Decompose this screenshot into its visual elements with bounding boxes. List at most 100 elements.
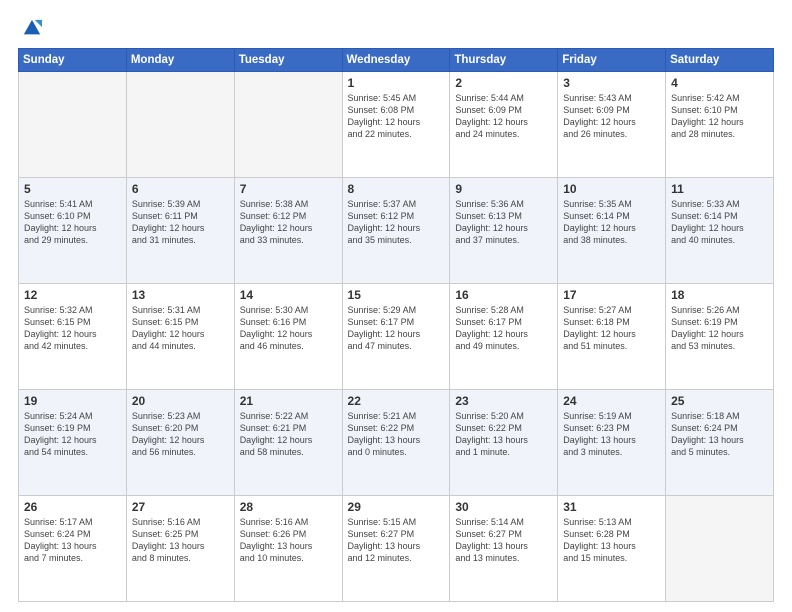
calendar-cell: 9 Sunrise: 5:36 AM Sunset: 6:13 PM Daylig… — [450, 178, 558, 284]
weekday-header-friday: Friday — [558, 49, 666, 72]
day-info: Sunrise: 5:45 AM Sunset: 6:08 PM Dayligh… — [348, 92, 445, 141]
day-info: Sunrise: 5:42 AM Sunset: 6:10 PM Dayligh… — [671, 92, 768, 141]
day-info: Sunrise: 5:13 AM Sunset: 6:28 PM Dayligh… — [563, 516, 660, 565]
day-number: 26 — [24, 500, 121, 514]
calendar-cell: 21Sunrise: 5:22 AM Sunset: 6:21 PM Dayli… — [234, 390, 342, 496]
calendar-cell: 1 Sunrise: 5:45 AM Sunset: 6:08 PM Daylig… — [342, 72, 450, 178]
day-number: 9 — [455, 182, 552, 196]
calendar-cell: 6 Sunrise: 5:39 AM Sunset: 6:11 PM Daylig… — [126, 178, 234, 284]
day-number: 18 — [671, 288, 768, 302]
week-row-2: 5Sunrise: 5:41 AM Sunset: 6:10 PM Daylig… — [19, 178, 774, 284]
day-info: Sunrise: 5:31 AM Sunset: 6:15 PM Dayligh… — [132, 304, 229, 353]
calendar-cell: 23Sunrise: 5:20 AM Sunset: 6:22 PM Dayli… — [450, 390, 558, 496]
day-number: 7 — [240, 182, 337, 196]
calendar-cell: 29 Sunrise: 5:15 AM Sunset: 6:27 PM Dayli… — [342, 496, 450, 602]
week-row-3: 12Sunrise: 5:32 AM Sunset: 6:15 PM Dayli… — [19, 284, 774, 390]
calendar-cell: 18 Sunrise: 5:26 AM Sunset: 6:19 PM Dayli… — [666, 284, 774, 390]
page: SundayMondayTuesdayWednesdayThursdayFrid… — [0, 0, 792, 612]
day-info: Sunrise: 5:35 AM Sunset: 6:14 PM Dayligh… — [563, 198, 660, 247]
day-info: Sunrise: 5:23 AM Sunset: 6:20 PM Dayligh… — [132, 410, 229, 459]
day-info: Sunrise: 5:32 AM Sunset: 6:15 PM Dayligh… — [24, 304, 121, 353]
day-info: Sunrise: 5:14 AM Sunset: 6:27 PM Dayligh… — [455, 516, 552, 565]
weekday-header-tuesday: Tuesday — [234, 49, 342, 72]
day-info: Sunrise: 5:16 AM Sunset: 6:25 PM Dayligh… — [132, 516, 229, 565]
day-info: Sunrise: 5:15 AM Sunset: 6:27 PM Dayligh… — [348, 516, 445, 565]
weekday-header-saturday: Saturday — [666, 49, 774, 72]
calendar-cell: 19 Sunrise: 5:24 AM Sunset: 6:19 PM Dayli… — [19, 390, 127, 496]
calendar-cell: 26 Sunrise: 5:17 AM Sunset: 6:24 PM Dayli… — [19, 496, 127, 602]
calendar-cell: 25 Sunrise: 5:18 AM Sunset: 6:24 PM Dayli… — [666, 390, 774, 496]
day-number: 4 — [671, 76, 768, 90]
day-info: Sunrise: 5:19 AM Sunset: 6:23 PM Dayligh… — [563, 410, 660, 459]
day-number: 10 — [563, 182, 660, 196]
calendar-cell: 10 Sunrise: 5:35 AM Sunset: 6:14 PM Dayli… — [558, 178, 666, 284]
calendar-cell — [666, 496, 774, 602]
day-info: Sunrise: 5:36 AM Sunset: 6:13 PM Dayligh… — [455, 198, 552, 247]
day-number: 22 — [348, 394, 445, 408]
calendar-cell: 8Sunrise: 5:37 AM Sunset: 6:12 PM Daylig… — [342, 178, 450, 284]
day-number: 13 — [132, 288, 229, 302]
day-number: 14 — [240, 288, 337, 302]
day-number: 2 — [455, 76, 552, 90]
calendar-cell: 22 Sunrise: 5:21 AM Sunset: 6:22 PM Dayli… — [342, 390, 450, 496]
day-info: Sunrise: 5:38 AM Sunset: 6:12 PM Dayligh… — [240, 198, 337, 247]
weekday-header-row: SundayMondayTuesdayWednesdayThursdayFrid… — [19, 49, 774, 72]
calendar-cell: 13 Sunrise: 5:31 AM Sunset: 6:15 PM Dayli… — [126, 284, 234, 390]
day-number: 1 — [348, 76, 445, 90]
day-info: Sunrise: 5:20 AM Sunset: 6:22 PM Dayligh… — [455, 410, 552, 459]
day-number: 20 — [132, 394, 229, 408]
day-info: Sunrise: 5:44 AM Sunset: 6:09 PM Dayligh… — [455, 92, 552, 141]
day-number: 31 — [563, 500, 660, 514]
day-info: Sunrise: 5:29 AM Sunset: 6:17 PM Dayligh… — [348, 304, 445, 353]
calendar-cell — [126, 72, 234, 178]
day-number: 29 — [348, 500, 445, 514]
day-info: Sunrise: 5:17 AM Sunset: 6:24 PM Dayligh… — [24, 516, 121, 565]
day-number: 28 — [240, 500, 337, 514]
calendar: SundayMondayTuesdayWednesdayThursdayFrid… — [18, 48, 774, 602]
weekday-header-wednesday: Wednesday — [342, 49, 450, 72]
day-info: Sunrise: 5:33 AM Sunset: 6:14 PM Dayligh… — [671, 198, 768, 247]
day-info: Sunrise: 5:24 AM Sunset: 6:19 PM Dayligh… — [24, 410, 121, 459]
day-number: 16 — [455, 288, 552, 302]
calendar-cell: 20 Sunrise: 5:23 AM Sunset: 6:20 PM Dayli… — [126, 390, 234, 496]
day-number: 19 — [24, 394, 121, 408]
day-info: Sunrise: 5:18 AM Sunset: 6:24 PM Dayligh… — [671, 410, 768, 459]
day-number: 30 — [455, 500, 552, 514]
day-number: 3 — [563, 76, 660, 90]
calendar-cell — [234, 72, 342, 178]
day-info: Sunrise: 5:43 AM Sunset: 6:09 PM Dayligh… — [563, 92, 660, 141]
day-info: Sunrise: 5:16 AM Sunset: 6:26 PM Dayligh… — [240, 516, 337, 565]
week-row-4: 19 Sunrise: 5:24 AM Sunset: 6:19 PM Dayli… — [19, 390, 774, 496]
calendar-cell: 27 Sunrise: 5:16 AM Sunset: 6:25 PM Dayli… — [126, 496, 234, 602]
day-info: Sunrise: 5:21 AM Sunset: 6:22 PM Dayligh… — [348, 410, 445, 459]
day-number: 25 — [671, 394, 768, 408]
day-number: 6 — [132, 182, 229, 196]
week-row-1: 1 Sunrise: 5:45 AM Sunset: 6:08 PM Daylig… — [19, 72, 774, 178]
day-number: 17 — [563, 288, 660, 302]
day-info: Sunrise: 5:28 AM Sunset: 6:17 PM Dayligh… — [455, 304, 552, 353]
calendar-cell: 5Sunrise: 5:41 AM Sunset: 6:10 PM Daylig… — [19, 178, 127, 284]
day-info: Sunrise: 5:37 AM Sunset: 6:12 PM Dayligh… — [348, 198, 445, 247]
calendar-cell: 7 Sunrise: 5:38 AM Sunset: 6:12 PM Daylig… — [234, 178, 342, 284]
calendar-cell: 2 Sunrise: 5:44 AM Sunset: 6:09 PM Daylig… — [450, 72, 558, 178]
calendar-cell — [19, 72, 127, 178]
calendar-cell: 17 Sunrise: 5:27 AM Sunset: 6:18 PM Dayli… — [558, 284, 666, 390]
day-number: 21 — [240, 394, 337, 408]
day-number: 15 — [348, 288, 445, 302]
day-number: 27 — [132, 500, 229, 514]
week-row-5: 26 Sunrise: 5:17 AM Sunset: 6:24 PM Dayli… — [19, 496, 774, 602]
day-info: Sunrise: 5:39 AM Sunset: 6:11 PM Dayligh… — [132, 198, 229, 247]
weekday-header-sunday: Sunday — [19, 49, 127, 72]
calendar-cell: 12Sunrise: 5:32 AM Sunset: 6:15 PM Dayli… — [19, 284, 127, 390]
calendar-cell: 16 Sunrise: 5:28 AM Sunset: 6:17 PM Dayli… — [450, 284, 558, 390]
day-info: Sunrise: 5:26 AM Sunset: 6:19 PM Dayligh… — [671, 304, 768, 353]
calendar-cell: 14Sunrise: 5:30 AM Sunset: 6:16 PM Dayli… — [234, 284, 342, 390]
calendar-cell: 3 Sunrise: 5:43 AM Sunset: 6:09 PM Daylig… — [558, 72, 666, 178]
weekday-header-monday: Monday — [126, 49, 234, 72]
calendar-cell: 24Sunrise: 5:19 AM Sunset: 6:23 PM Dayli… — [558, 390, 666, 496]
calendar-cell: 28 Sunrise: 5:16 AM Sunset: 6:26 PM Dayli… — [234, 496, 342, 602]
calendar-cell: 4 Sunrise: 5:42 AM Sunset: 6:10 PM Daylig… — [666, 72, 774, 178]
header — [18, 18, 774, 38]
day-info: Sunrise: 5:27 AM Sunset: 6:18 PM Dayligh… — [563, 304, 660, 353]
calendar-cell: 11Sunrise: 5:33 AM Sunset: 6:14 PM Dayli… — [666, 178, 774, 284]
